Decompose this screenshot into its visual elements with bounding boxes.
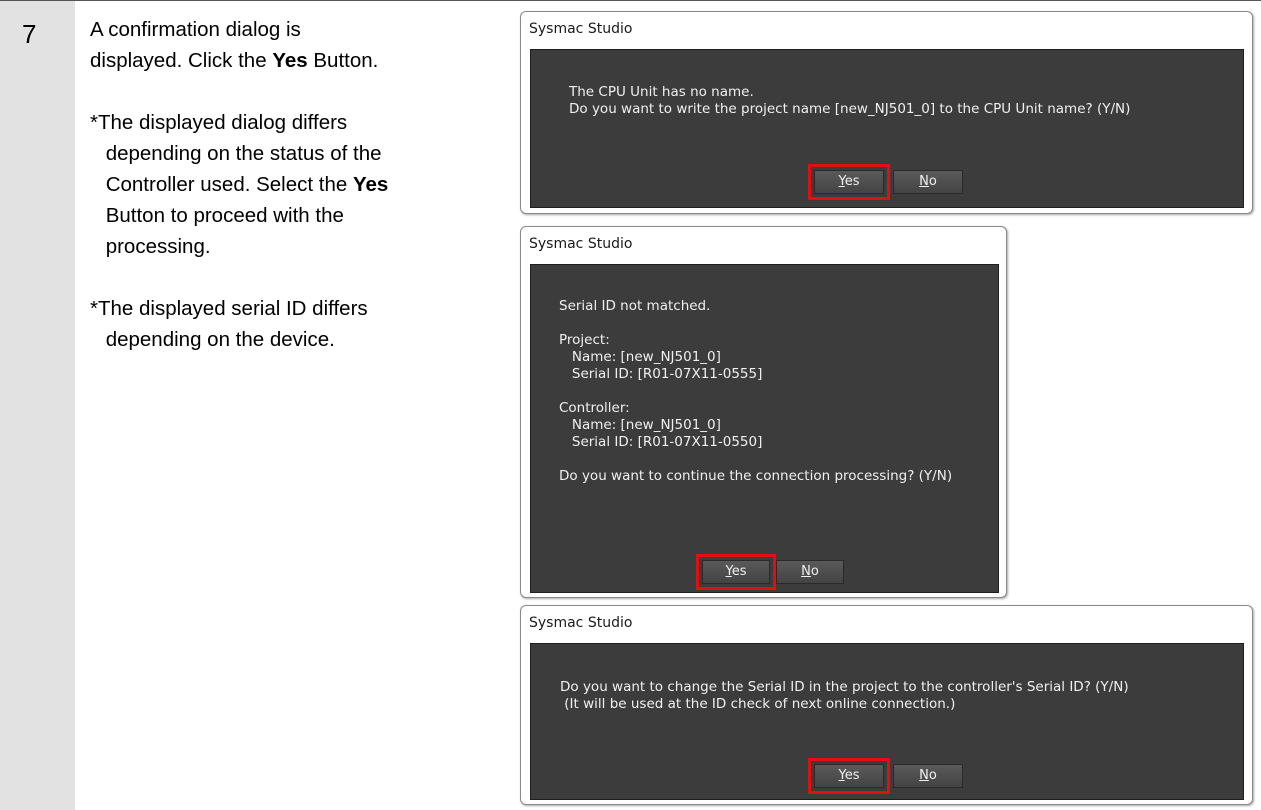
confirm-dialog-serial-mismatch: Sysmac Studio Serial ID not matched. Pro…	[520, 226, 1007, 598]
dialog-message: Serial ID not matched. Project: Name: [n…	[559, 298, 953, 484]
no-button[interactable]: No	[776, 560, 844, 584]
instruction-line: displayed. Click the Yes Button.	[90, 49, 379, 72]
confirm-dialog-change-serial: Sysmac Studio Do you want to change the …	[520, 605, 1253, 805]
dialog-body: Do you want to change the Serial ID in t…	[530, 643, 1244, 800]
note-dialog-differs: *The displayed dialog differs depending …	[90, 111, 389, 258]
note-serial-differs: *The displayed serial ID differs dependi…	[90, 297, 368, 351]
step-instructions: A confirmation dialog is displayed. Clic…	[90, 14, 500, 355]
dialog-title: Sysmac Studio	[529, 21, 633, 37]
yes-highlight	[808, 164, 890, 200]
dialog-title: Sysmac Studio	[529, 615, 633, 631]
dialog-message: The CPU Unit has no name. Do you want to…	[569, 84, 1131, 117]
dialog-title: Sysmac Studio	[529, 236, 633, 252]
dialog-body: The CPU Unit has no name. Do you want to…	[530, 49, 1244, 208]
yes-highlight	[808, 758, 890, 794]
step-number: 7	[22, 19, 37, 49]
dialog-message: Do you want to change the Serial ID in t…	[560, 679, 1129, 712]
no-button[interactable]: No	[893, 764, 963, 788]
instruction-line: A confirmation dialog is	[90, 18, 301, 41]
confirm-dialog-cpu-name: Sysmac Studio The CPU Unit has no name. …	[520, 11, 1253, 214]
top-rule	[0, 0, 1261, 1]
step-number-column: 7	[0, 1, 75, 810]
dialog-body: Serial ID not matched. Project: Name: [n…	[530, 264, 999, 593]
yes-highlight	[696, 554, 776, 590]
no-button[interactable]: No	[893, 170, 963, 194]
